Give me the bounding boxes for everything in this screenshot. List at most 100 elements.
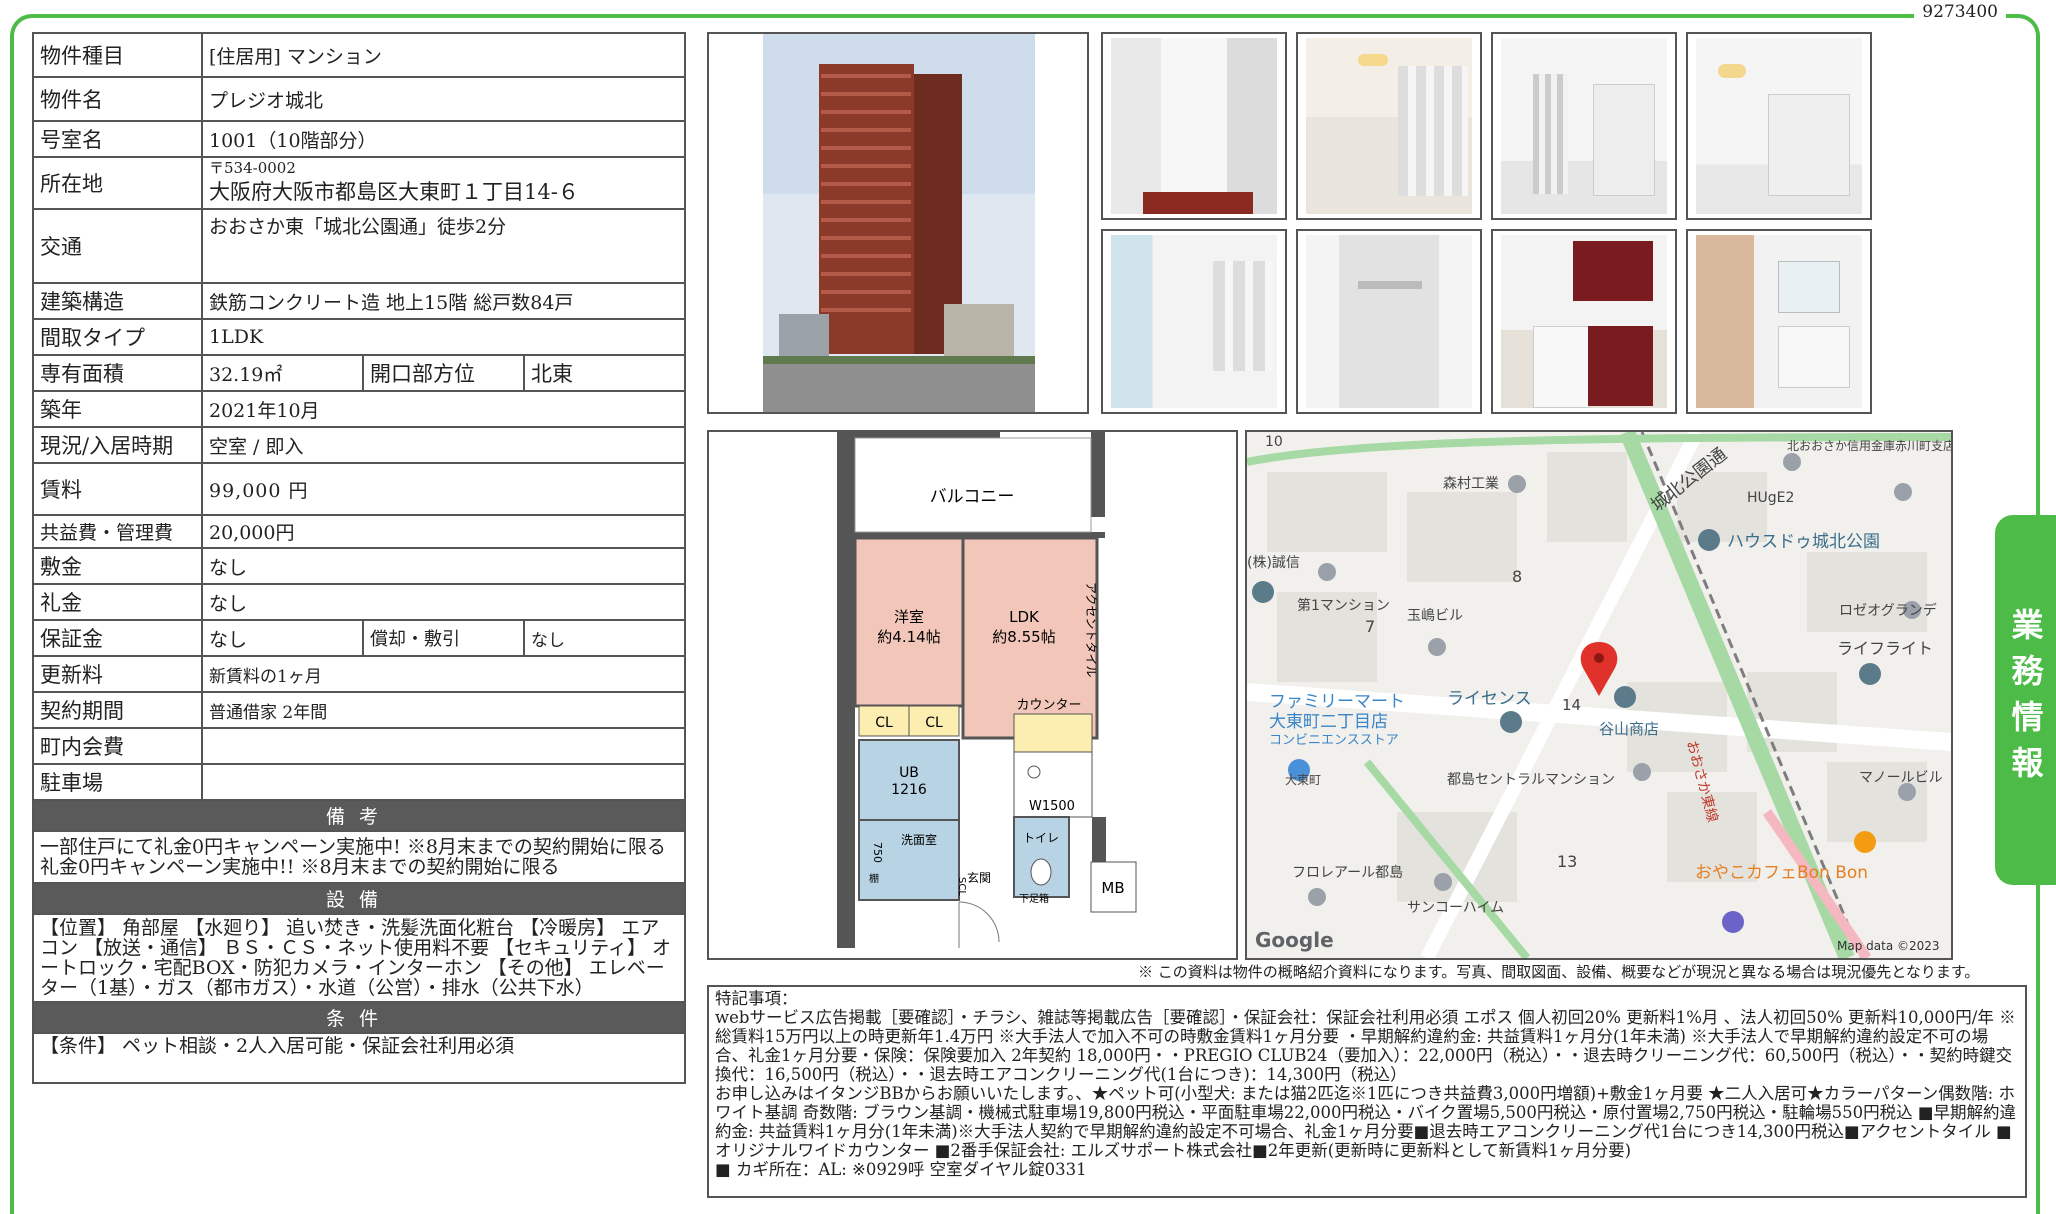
label-entrance: 玄関 (967, 870, 991, 885)
label-scl: SCL (956, 877, 967, 896)
label-kitchen-width: W1500 (1029, 799, 1075, 814)
label-built: 築年 (32, 390, 203, 428)
label-shoe-box: 下足箱 (1019, 892, 1049, 905)
label-rent: 賃料 (32, 462, 203, 516)
map-label-roseo: ロゼオグランデ (1839, 602, 1937, 619)
value-status: 空室 / 即入 (201, 426, 686, 464)
label-direction: 開口部方位 (362, 354, 525, 392)
map-label-lifelight: ライフライト (1837, 639, 1933, 658)
map-label-14: 14 (1562, 696, 1581, 714)
label-ldk-size: 約8.55帖 (992, 628, 1055, 646)
photo-hallway[interactable] (1101, 32, 1287, 220)
side-tab-business-info[interactable]: 業務情報 (1995, 515, 2056, 885)
section-header-equipment: 設備 (32, 882, 686, 915)
map-label-tamashima: 玉嶋ビル (1407, 608, 1463, 624)
label-contract: 契約期間 (32, 691, 203, 729)
map-label-floreal: フロレアール都島 (1292, 865, 1403, 881)
map-data-credit: Map data ©2023 (1837, 939, 1940, 953)
section-header-conditions: 条件 (32, 1001, 686, 1034)
label-name: 物件名 (32, 76, 203, 122)
label-layout: 間取タイプ (32, 318, 203, 356)
remarks-line-2: お申し込みはイタンジBBからお願いいたします。、★ペット可(小型犬: または猫2… (715, 1084, 2016, 1160)
value-contract: 普通借家 2年間 (201, 691, 686, 729)
label-western-room: 洋室 (894, 608, 924, 626)
label-renewal: 更新料 (32, 655, 203, 693)
map-label-7: 7 (1365, 617, 1375, 636)
value-neighborhood-fee (201, 727, 686, 765)
photo-kitchen[interactable] (1491, 229, 1677, 414)
map-label-huge2: HUgE2 (1747, 490, 1794, 506)
label-unit-bath-size: 1216 (891, 782, 927, 798)
label-meter-box: MB (1101, 879, 1124, 897)
label-deposit: 敷金 (32, 547, 203, 585)
notes-text: 一部住戸にて礼金0円キャンペーン実施中! ※8月末までの契約開始に限る 礼金0円… (32, 830, 686, 884)
map-label-10: 10 (1265, 434, 1283, 450)
map-label-convenience: コンビニエンスストア (1269, 733, 1399, 748)
map-label-seishin: (株)誠信 (1247, 555, 1300, 571)
photo-open-closet[interactable] (1296, 229, 1482, 414)
map-label-license: ライセンス (1447, 689, 1532, 709)
label-balcony: バルコニー (930, 487, 1015, 507)
location-map[interactable]: 10 森村工業 北おおさか信用金庫赤川町支店 城北公園通 HUgE2 ハウスドゥ… (1245, 430, 1953, 960)
map-label-miyakojima-central: 都島セントラルマンション (1447, 772, 1615, 788)
label-closet-1: CL (875, 715, 893, 731)
map-drawing: 10 森村工業 北おおさか信用金庫赤川町支店 城北公園通 HUgE2 ハウスドゥ… (1247, 432, 1951, 958)
map-label-daitocho: 大東町 (1285, 773, 1321, 787)
value-rent: 99,000 円 (201, 462, 686, 516)
map-label-bonbon: おやこカフェBon Bon (1695, 863, 1868, 883)
value-address: 大阪府大阪市都島区大東町１丁目14-６ (209, 180, 579, 204)
value-keymoney: なし (201, 583, 686, 621)
google-logo: Google (1255, 928, 1334, 952)
photo-glass-block[interactable] (1101, 229, 1287, 414)
label-structure: 建築構造 (32, 282, 203, 320)
label-shelf: 棚 (869, 872, 879, 885)
label-toilet: トイレ (1023, 831, 1059, 845)
label-washroom: 洗面室 (901, 832, 937, 847)
photo-white-room[interactable] (1491, 32, 1677, 220)
label-guarantee: 保証金 (32, 619, 203, 657)
map-label-sanko: サンコーハイム (1407, 900, 1504, 916)
postal-code: 〒534-0002 (209, 159, 296, 177)
label-area: 専有面積 (32, 354, 203, 392)
value-built: 2021年10月 (201, 390, 686, 428)
property-info-table: 物件種目 [住居用] マンション 物件名 プレジオ城北 号室名 1001（10階部分）… (32, 32, 686, 1084)
label-type: 物件種目 (32, 32, 203, 78)
label-access: 交通 (32, 208, 203, 284)
value-parking (201, 763, 686, 801)
label-amortization: 償却・敷引 (362, 619, 525, 657)
label-fee: 共益費・管理費 (32, 514, 203, 549)
remarks-line-3: ■ カギ所在：AL: ※0929呼 空室ダイヤル錠0331 (715, 1160, 1087, 1179)
label-room: 号室名 (32, 120, 203, 158)
value-guarantee: なし (201, 619, 364, 657)
value-layout: 1LDK (201, 318, 686, 356)
value-fee: 20,000円 (201, 514, 686, 549)
photo-room-closet[interactable] (1686, 32, 1872, 220)
conditions-text: 【条件】 ペット相談・2人入居可能・保証会社利用必須 (32, 1032, 686, 1084)
value-type: [住居用] マンション (201, 32, 686, 78)
label-status: 現況/入居時期 (32, 426, 203, 464)
document-id: 9273400 (1914, 2, 2006, 22)
value-renewal: 新賃料の1ヶ月 (201, 655, 686, 693)
map-label-taniyama: 谷山商店 (1599, 720, 1659, 738)
value-structure: 鉄筋コンクリート造 地上15階 総戸数84戸 (201, 282, 686, 320)
equipment-text: 【位置】 角部屋 【水廻り】 追い焚き・洗髪洗面化粧台 【冷暖房】 エアコン 【… (32, 913, 686, 1003)
label-neighborhood-fee: 町内会費 (32, 727, 203, 765)
value-direction: 北東 (523, 354, 686, 392)
map-label-manoir: マノールビル (1859, 770, 1943, 786)
map-label-daiichi-mansion: 第1マンション (1297, 597, 1390, 614)
map-label-8: 8 (1512, 567, 1522, 586)
special-remarks: 特記事項： webサービス広告掲載［要確認］・チラシ、雑誌等掲載広告［要確認］・… (707, 985, 2027, 1198)
photo-living-light[interactable] (1296, 32, 1482, 220)
photo-washroom[interactable] (1686, 229, 1872, 414)
photo-building-exterior[interactable] (707, 32, 1089, 414)
label-keymoney: 礼金 (32, 583, 203, 621)
value-deposit: なし (201, 547, 686, 585)
building-exterior-image (763, 34, 1035, 412)
value-amortization: なし (523, 619, 686, 657)
floor-plan[interactable]: バルコニー 洋室 約4.14帖 LDK 約8.55帖 アクセントタイル CL C… (707, 430, 1238, 960)
floor-plan-drawing: バルコニー 洋室 約4.14帖 LDK 約8.55帖 アクセントタイル CL C… (837, 432, 1137, 948)
value-access: おおさか東「城北公園通」徒歩2分 (201, 208, 686, 284)
remarks-title: 特記事項： (715, 989, 798, 1008)
map-label-familymart: ファミリーマート (1269, 692, 1405, 712)
label-ldk: LDK (1009, 608, 1040, 626)
